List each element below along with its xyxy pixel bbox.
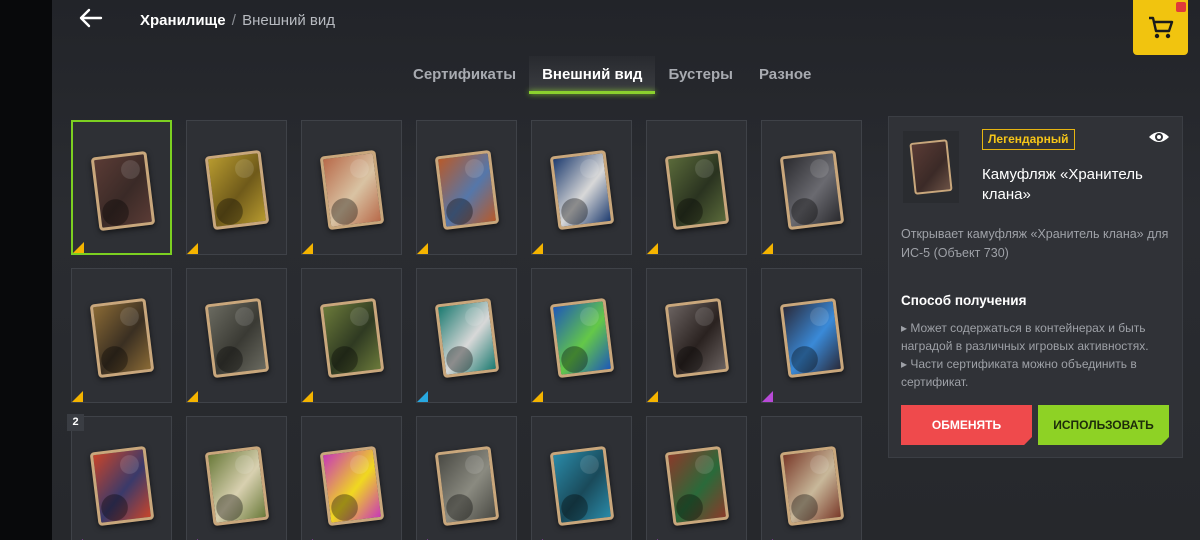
grid-item[interactable] bbox=[186, 120, 287, 255]
rarity-corner-marker bbox=[762, 391, 773, 402]
rarity-corner-marker bbox=[302, 391, 313, 402]
left-edge-strip bbox=[0, 0, 52, 540]
rarity-corner-marker bbox=[647, 243, 658, 254]
camo-card-image bbox=[664, 149, 730, 231]
detail-panel: Легендарный Камуфляж «Хранитель клана» О… bbox=[888, 116, 1183, 458]
grid-item[interactable] bbox=[416, 416, 517, 540]
detail-card-image bbox=[909, 139, 953, 195]
camo-card-image bbox=[434, 297, 500, 379]
grid-item[interactable] bbox=[646, 120, 747, 255]
rarity-corner-marker bbox=[187, 391, 198, 402]
camo-card-image bbox=[664, 297, 730, 379]
camo-card-image bbox=[319, 149, 385, 231]
grid-item[interactable] bbox=[186, 268, 287, 403]
back-button[interactable] bbox=[76, 8, 106, 34]
grid-item[interactable] bbox=[531, 268, 632, 403]
item-title: Камуфляж «Хранитель клана» bbox=[982, 166, 1143, 203]
rarity-corner-marker bbox=[187, 243, 198, 254]
camo-card-image bbox=[204, 149, 270, 231]
camo-card-image bbox=[319, 445, 385, 527]
grid-item[interactable] bbox=[71, 416, 172, 540]
item-count-badge: 2 bbox=[67, 414, 84, 431]
grid-item[interactable] bbox=[531, 120, 632, 255]
method-line: ▸ Части сертификата можно объединить в с… bbox=[901, 357, 1137, 389]
tab-certificates[interactable]: Сертификаты bbox=[400, 56, 529, 94]
breadcrumb-sub: Внешний вид bbox=[242, 12, 336, 29]
camo-card-image bbox=[549, 149, 615, 231]
breadcrumb-current: Хранилище bbox=[140, 12, 226, 29]
eye-icon[interactable] bbox=[1148, 129, 1170, 145]
header: Хранилище / Внешний вид bbox=[52, 0, 1200, 42]
grid-item[interactable] bbox=[416, 120, 517, 255]
camo-card-image bbox=[664, 445, 730, 527]
detail-thumbnail bbox=[903, 131, 959, 203]
shop-button[interactable] bbox=[1133, 0, 1188, 55]
breadcrumb-separator: / bbox=[231, 12, 236, 29]
cart-icon bbox=[1148, 16, 1173, 38]
camo-card-image bbox=[89, 297, 155, 379]
rarity-corner-marker bbox=[532, 391, 543, 402]
grid-item[interactable] bbox=[301, 268, 402, 403]
rarity-corner-marker bbox=[647, 391, 658, 402]
grid-item[interactable] bbox=[646, 416, 747, 540]
grid-item[interactable] bbox=[646, 268, 747, 403]
grid-item[interactable] bbox=[71, 120, 172, 255]
rarity-corner-marker bbox=[417, 243, 428, 254]
grid-item[interactable] bbox=[416, 268, 517, 403]
grid-item[interactable] bbox=[301, 120, 402, 255]
grid-item[interactable] bbox=[761, 416, 862, 540]
camo-card-image bbox=[434, 445, 500, 527]
rarity-corner-marker bbox=[73, 242, 84, 253]
camo-card-image bbox=[204, 445, 270, 527]
items-grid bbox=[71, 120, 862, 540]
rarity-corner-marker bbox=[72, 391, 83, 402]
grid-item[interactable] bbox=[761, 268, 862, 403]
item-description: Открывает камуфляж «Хранитель клана» для… bbox=[901, 227, 1169, 260]
method-title: Способ получения bbox=[901, 293, 1027, 308]
camo-card-image bbox=[549, 297, 615, 379]
exchange-button[interactable]: ОБМЕНЯТЬ bbox=[901, 405, 1032, 445]
camo-card-image bbox=[434, 149, 500, 231]
grid-item[interactable] bbox=[186, 416, 287, 540]
camo-card-image bbox=[319, 297, 385, 379]
tab-misc[interactable]: Разное bbox=[746, 56, 824, 94]
rarity-badge: Легендарный bbox=[982, 129, 1075, 150]
camo-card-image bbox=[89, 445, 155, 527]
camo-card-image bbox=[779, 297, 845, 379]
method-line: ▸ Может содержаться в контейнерах и быть… bbox=[901, 321, 1149, 353]
tab-boosters[interactable]: Бустеры bbox=[655, 56, 746, 94]
rarity-corner-marker bbox=[532, 243, 543, 254]
arrow-left-icon bbox=[79, 8, 103, 28]
grid-item[interactable] bbox=[761, 120, 862, 255]
rarity-corner-marker bbox=[417, 391, 428, 402]
tab-appearance[interactable]: Внешний вид bbox=[529, 56, 656, 94]
camo-card-image bbox=[779, 445, 845, 527]
method-list: ▸ Может содержаться в контейнерах и быть… bbox=[901, 319, 1177, 391]
breadcrumb: Хранилище / Внешний вид bbox=[140, 12, 335, 29]
grid-item[interactable] bbox=[531, 416, 632, 540]
use-button[interactable]: ИСПОЛЬЗОВАТЬ bbox=[1038, 405, 1169, 445]
camo-card-image bbox=[204, 297, 270, 379]
grid-item[interactable] bbox=[301, 416, 402, 540]
grid-item[interactable] bbox=[71, 268, 172, 403]
tabs: Сертификаты Внешний вид Бустеры Разное bbox=[400, 56, 824, 94]
shop-notification-badge bbox=[1176, 2, 1186, 12]
camo-card-image bbox=[90, 150, 156, 232]
rarity-corner-marker bbox=[302, 243, 313, 254]
rarity-corner-marker bbox=[762, 243, 773, 254]
camo-card-image bbox=[779, 149, 845, 231]
camo-card-image bbox=[549, 445, 615, 527]
